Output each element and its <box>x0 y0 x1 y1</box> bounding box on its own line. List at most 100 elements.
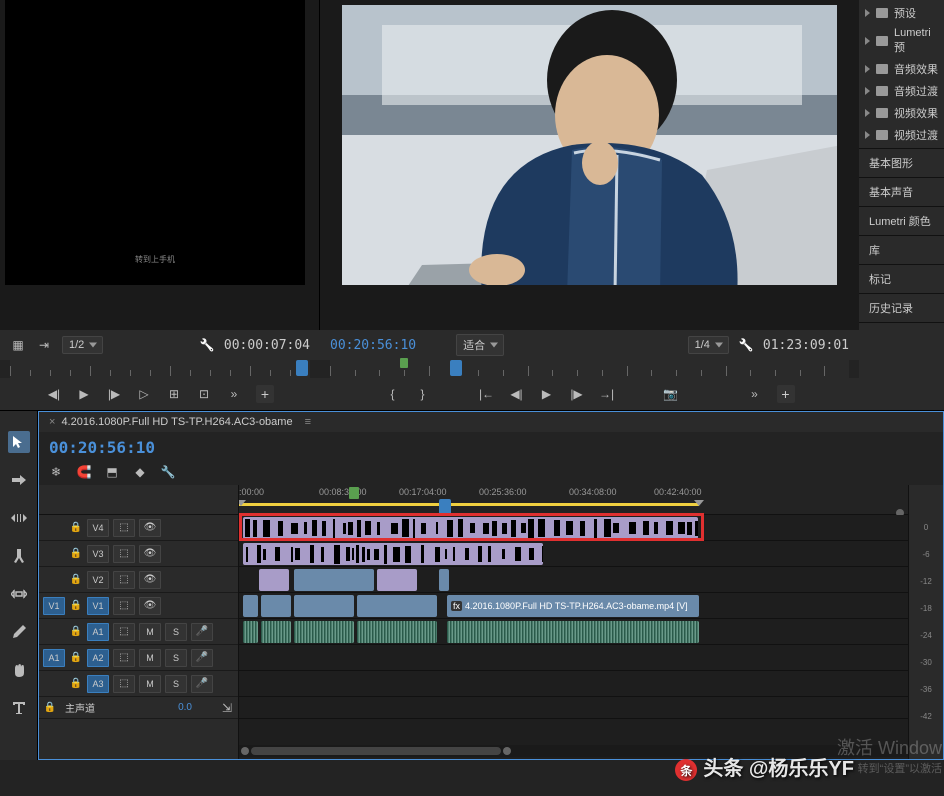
track-select-tool[interactable] <box>8 469 30 491</box>
clip-segment[interactable] <box>259 569 289 591</box>
mute-button[interactable]: M <box>139 675 161 693</box>
more-icon[interactable]: » <box>226 386 242 402</box>
source-zoom-dropdown[interactable]: 1/2 <box>62 336 103 354</box>
effects-item[interactable]: Lumetri 预 <box>859 24 944 58</box>
step-fwd-icon[interactable]: |▶ <box>106 386 122 402</box>
master-track-header[interactable]: 🔒 主声道 0.0 ⇲ <box>39 697 238 719</box>
insert-icon[interactable]: ⇥ <box>36 337 52 353</box>
toggle-output-icon[interactable]: 👁 <box>139 571 161 589</box>
toggle-output-icon[interactable]: 👁 <box>139 519 161 537</box>
mute-button[interactable]: M <box>139 623 161 641</box>
mark-in-icon[interactable]: { <box>385 386 401 402</box>
track-a2-lane[interactable] <box>239 645 908 671</box>
track-v4-header[interactable]: 🔒 V4 ⬚ 👁 <box>39 515 238 541</box>
clip-segment[interactable] <box>439 569 449 591</box>
type-tool[interactable] <box>8 697 30 719</box>
tab-essential-graphics[interactable]: 基本图形 <box>859 149 944 178</box>
work-area-bar[interactable] <box>239 503 699 506</box>
mark-out-icon[interactable]: ▷ <box>136 386 152 402</box>
collapse-icon[interactable]: ⇲ <box>220 701 234 715</box>
slip-tool[interactable] <box>8 583 30 605</box>
clip-segment[interactable] <box>357 595 437 617</box>
settings-icon[interactable] <box>200 338 214 352</box>
clip-segment[interactable] <box>243 595 258 617</box>
program-zoom-dropdown[interactable]: 1/4 <box>688 336 729 354</box>
linked-selection-icon[interactable]: ⬒ <box>105 465 119 479</box>
audio-clip[interactable] <box>447 621 699 643</box>
source-patch-v1[interactable]: V1 <box>43 597 65 615</box>
playhead[interactable] <box>439 499 451 513</box>
source-viewer[interactable]: 转到上手机 <box>5 0 305 285</box>
close-icon[interactable]: × <box>49 416 55 428</box>
pen-tool[interactable] <box>8 621 30 643</box>
nest-icon[interactable]: ❄ <box>49 465 63 479</box>
insert-icon[interactable]: ⊞ <box>166 386 182 402</box>
track-label[interactable]: V2 <box>87 571 109 589</box>
export-frame-icon[interactable]: 📷 <box>663 386 679 402</box>
source-patch-a1[interactable]: A1 <box>43 649 65 667</box>
sync-lock-icon[interactable]: ⬚ <box>113 649 135 667</box>
add-button[interactable]: + <box>256 385 274 403</box>
voice-over-icon[interactable]: 🎤 <box>191 649 213 667</box>
track-content[interactable]: :00:00 00:08:32:00 00:17:04:00 00:25:36:… <box>239 485 908 759</box>
time-ruler[interactable]: :00:00 00:08:32:00 00:17:04:00 00:25:36:… <box>239 485 908 515</box>
sync-lock-icon[interactable]: ⬚ <box>113 519 135 537</box>
sync-lock-icon[interactable]: ⬚ <box>113 675 135 693</box>
solo-button[interactable]: S <box>165 649 187 667</box>
razor-tool[interactable] <box>8 545 30 567</box>
sync-lock-icon[interactable]: ⬚ <box>113 545 135 563</box>
marker-icon[interactable] <box>349 487 359 499</box>
sync-lock-icon[interactable]: ⬚ <box>113 571 135 589</box>
lock-icon[interactable]: 🔒 <box>69 548 83 559</box>
source-playhead[interactable] <box>296 360 308 376</box>
sequence-tab[interactable]: × 4.2016.1080P.Full HD TS-TP.H264.AC3-ob… <box>39 412 943 432</box>
go-prev-icon[interactable]: |← <box>479 386 495 402</box>
menu-icon[interactable]: ≡ <box>305 416 311 428</box>
track-label[interactable]: A1 <box>87 623 109 641</box>
audio-clip[interactable] <box>294 621 354 643</box>
track-a1-lane[interactable] <box>239 619 908 645</box>
track-v2-lane[interactable] <box>239 567 908 593</box>
track-label[interactable]: V4 <box>87 519 109 537</box>
add-button[interactable]: + <box>777 385 795 403</box>
track-label[interactable]: V1 <box>87 597 109 615</box>
track-a3-header[interactable]: 🔒 A3 ⬚ M S 🎤 <box>39 671 238 697</box>
lock-icon[interactable]: 🔒 <box>69 600 83 611</box>
program-ruler[interactable] <box>330 360 849 378</box>
marker-icon[interactable]: ◆ <box>133 465 147 479</box>
clip-segment[interactable] <box>377 569 417 591</box>
track-v4-lane[interactable] <box>239 515 908 541</box>
mark-out-icon[interactable]: } <box>415 386 431 402</box>
audio-clip[interactable] <box>357 621 437 643</box>
effects-item[interactable]: 音频过渡 <box>859 80 944 102</box>
play-icon[interactable]: ▶ <box>539 386 555 402</box>
track-v3-lane[interactable] <box>239 541 908 567</box>
track-a3-lane[interactable] <box>239 671 908 697</box>
toggle-output-icon[interactable]: 👁 <box>139 597 161 615</box>
track-label[interactable]: V3 <box>87 545 109 563</box>
subtitle-clip[interactable] <box>243 543 543 565</box>
tab-history[interactable]: 历史记录 <box>859 294 944 323</box>
audio-clip[interactable] <box>243 621 258 643</box>
main-video-clip[interactable]: fx 4.2016.1080P.Full HD TS-TP.H264.AC3-o… <box>447 595 699 617</box>
lock-icon[interactable]: 🔒 <box>69 574 83 585</box>
mark-in-icon[interactable]: ◀| <box>46 386 62 402</box>
settings-icon[interactable]: 🔧 <box>161 465 175 479</box>
program-playhead[interactable] <box>450 360 462 376</box>
sync-lock-icon[interactable]: ⬚ <box>113 623 135 641</box>
step-back-icon[interactable]: ◀| <box>509 386 525 402</box>
track-v1-header[interactable]: V1 🔒 V1 ⬚ 👁 <box>39 593 238 619</box>
solo-button[interactable]: S <box>165 675 187 693</box>
play-icon[interactable]: ▶ <box>76 386 92 402</box>
sequence-timecode[interactable]: 00:20:56:10 <box>49 438 155 457</box>
effects-item[interactable]: 视频效果 <box>859 102 944 124</box>
solo-button[interactable]: S <box>165 623 187 641</box>
lock-icon[interactable]: 🔒 <box>69 652 83 663</box>
scroll-thumb[interactable] <box>251 747 501 755</box>
export-frame-icon[interactable]: ▦ <box>10 337 26 353</box>
settings-icon[interactable] <box>739 338 753 352</box>
track-label[interactable]: A3 <box>87 675 109 693</box>
more-icon[interactable]: » <box>747 386 763 402</box>
step-fwd-icon[interactable]: |▶ <box>569 386 585 402</box>
sync-lock-icon[interactable]: ⬚ <box>113 597 135 615</box>
